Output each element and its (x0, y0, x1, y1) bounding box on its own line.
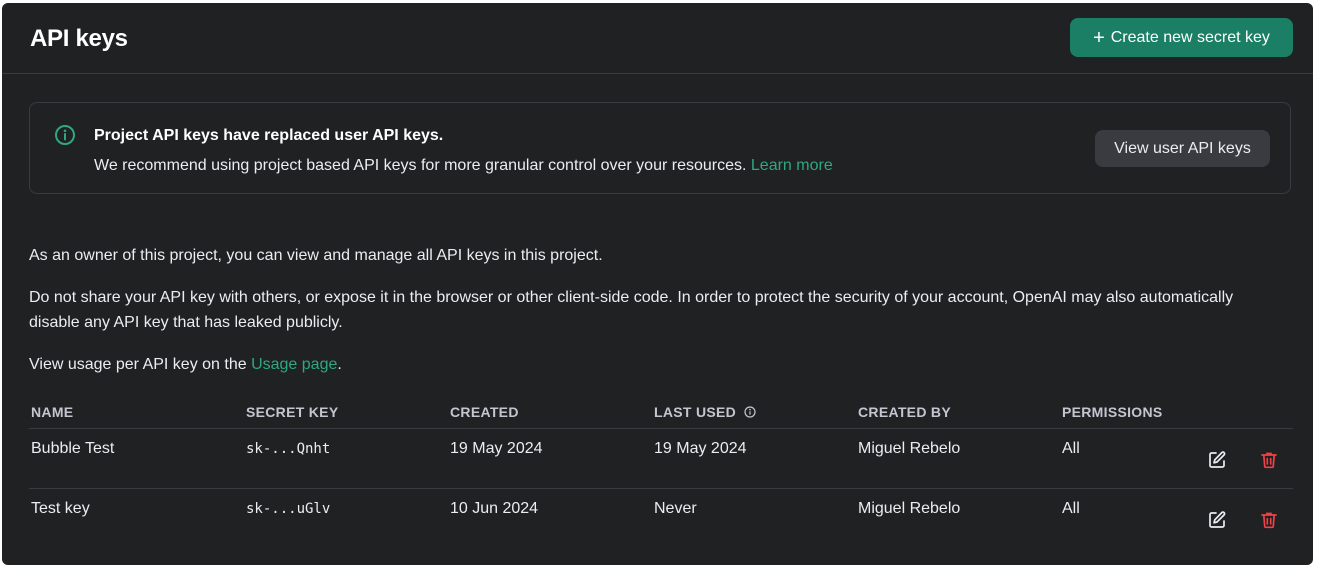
created-by: Miguel Rebelo (858, 500, 961, 517)
secret-key-masked: sk-...Qnht (246, 441, 331, 457)
info-circle-icon[interactable] (744, 405, 756, 421)
view-user-api-keys-button[interactable]: View user API keys (1095, 130, 1270, 167)
created-by: Miguel Rebelo (858, 440, 961, 457)
learn-more-link[interactable]: Learn more (751, 157, 833, 174)
info-circle-icon (54, 124, 76, 151)
notice-body: We recommend using project based API key… (94, 157, 833, 175)
project-keys-notice: Project API keys have replaced user API … (29, 102, 1291, 194)
column-header-secret-key: SECRET KEY (246, 404, 339, 420)
last-used-date: Never (654, 500, 697, 517)
usage-suffix: . (337, 356, 342, 373)
usage-page-link[interactable]: Usage page (251, 356, 337, 373)
notice-body-text: We recommend using project based API key… (94, 157, 747, 174)
table-header-row: NAME SECRET KEY CREATED LAST USED CREATE… (29, 398, 1293, 429)
column-header-created-by: CREATED BY (858, 404, 951, 420)
column-header-last-used-label: LAST USED (654, 404, 737, 420)
column-header-name: NAME (31, 404, 74, 420)
create-secret-key-label: Create new secret key (1110, 28, 1270, 46)
column-header-last-used: LAST USED (654, 404, 756, 421)
created-date: 10 Jun 2024 (450, 500, 539, 517)
column-header-created: CREATED (450, 404, 519, 420)
page-header: API keys + Create new secret key (2, 3, 1313, 74)
api-keys-panel: API keys + Create new secret key Project… (2, 3, 1313, 565)
usage-paragraph: View usage per API key on the Usage page… (29, 352, 1249, 377)
last-used-date: 19 May 2024 (654, 440, 747, 457)
column-header-permissions: PERMISSIONS (1062, 404, 1163, 420)
table-row: Test key sk-...uGlv 10 Jun 2024 Never Mi… (29, 489, 1293, 548)
permissions: All (1062, 440, 1080, 457)
usage-prefix: View usage per API key on the (29, 356, 247, 373)
api-keys-table: NAME SECRET KEY CREATED LAST USED CREATE… (29, 398, 1293, 548)
owner-paragraph: As an owner of this project, you can vie… (29, 247, 603, 264)
key-name: Test key (31, 500, 90, 517)
key-name: Bubble Test (31, 440, 115, 457)
created-date: 19 May 2024 (450, 440, 543, 457)
plus-icon: + (1093, 26, 1105, 49)
secret-key-masked: sk-...uGlv (246, 501, 331, 517)
permissions: All (1062, 500, 1080, 517)
trash-icon[interactable] (1258, 509, 1280, 531)
create-secret-key-button[interactable]: + Create new secret key (1070, 18, 1293, 57)
edit-pencil-icon[interactable] (1206, 449, 1228, 471)
table-row: Bubble Test sk-...Qnht 19 May 2024 19 Ma… (29, 429, 1293, 489)
edit-pencil-icon[interactable] (1206, 509, 1228, 531)
notice-title: Project API keys have replaced user API … (94, 127, 444, 144)
page-title: API keys (30, 25, 128, 52)
security-warning-paragraph: Do not share your API key with others, o… (29, 289, 1234, 331)
trash-icon[interactable] (1258, 449, 1280, 471)
